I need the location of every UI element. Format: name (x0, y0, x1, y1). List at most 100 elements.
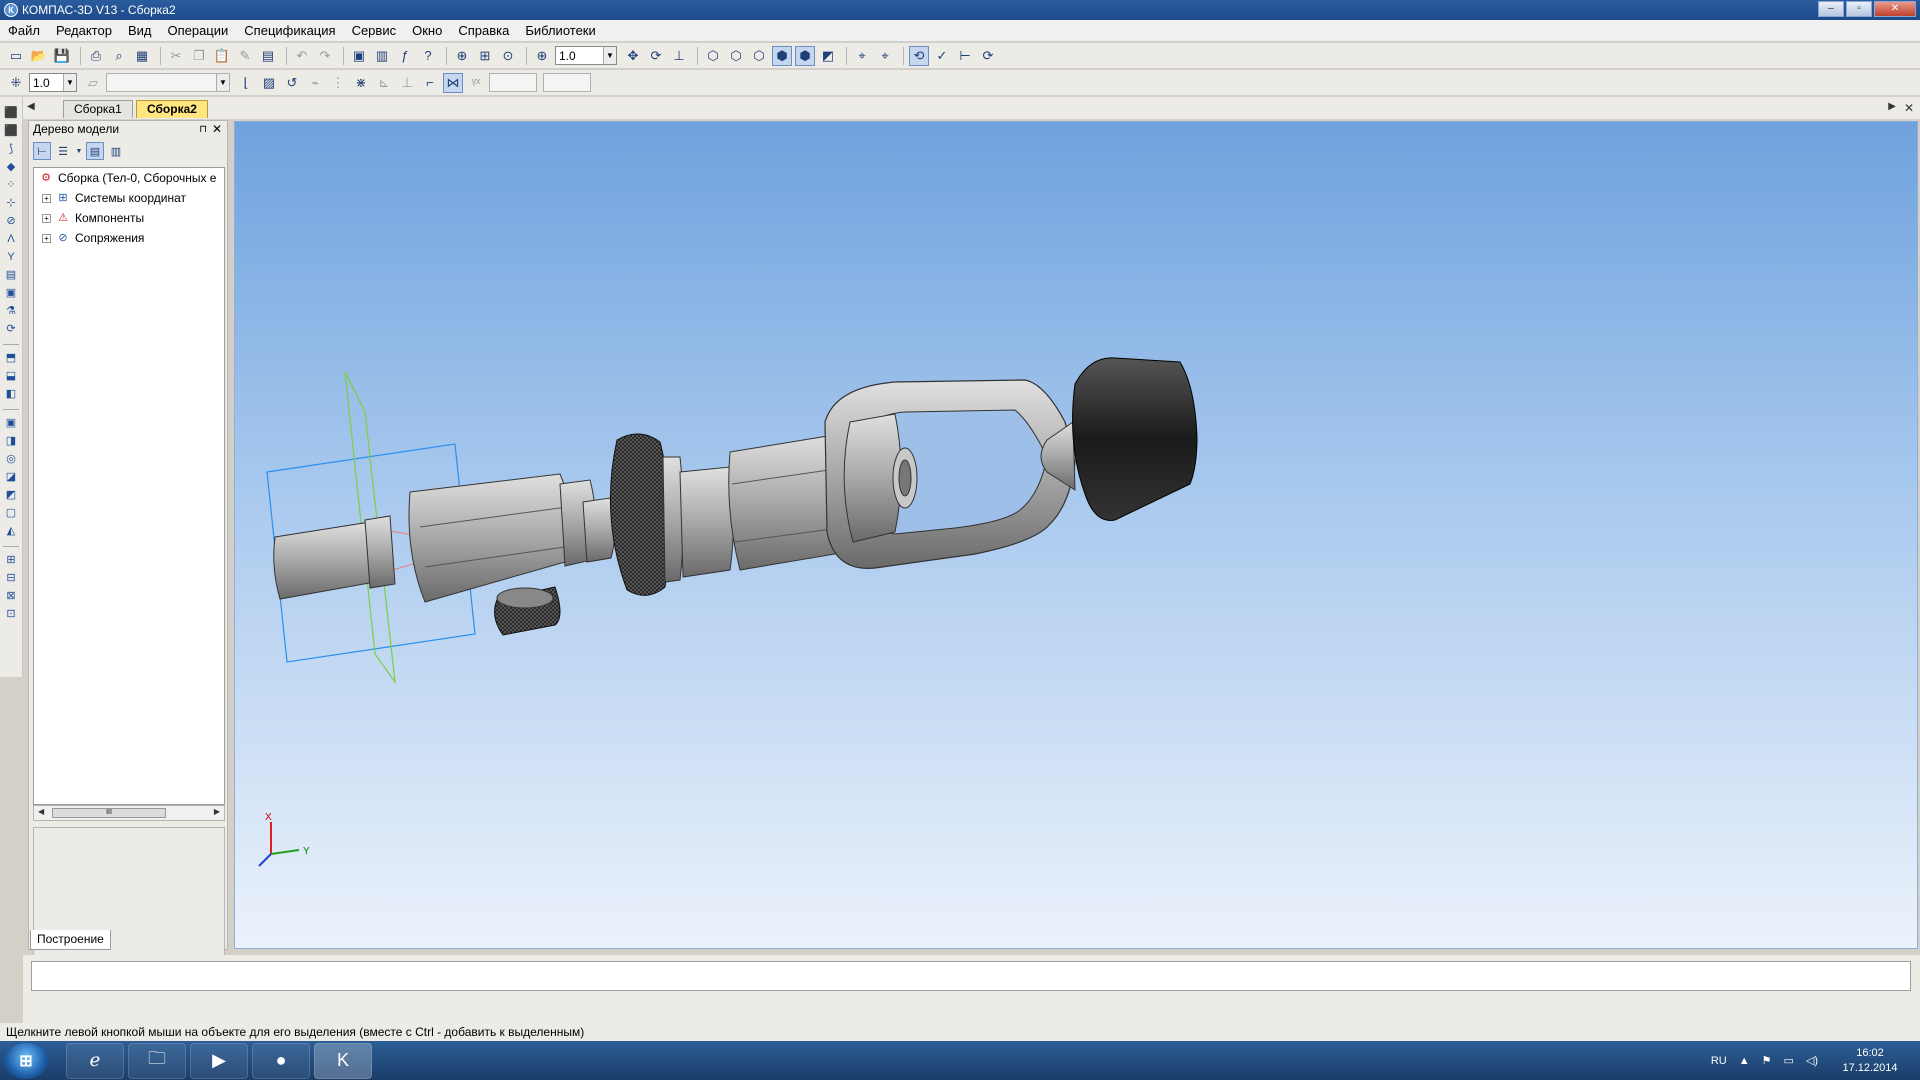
clock[interactable]: 16:02 17.12.2014 (1830, 1046, 1910, 1076)
explorer-folder-icon[interactable]: 🗀 (128, 1042, 186, 1079)
zoom-in-icon[interactable]: ⊕ (452, 46, 472, 66)
diagnostics-icon[interactable]: ⚗ (3, 303, 19, 319)
tree-list-icon[interactable]: ▥ (107, 142, 125, 160)
cut-extrude-icon[interactable]: ▣ (3, 415, 19, 431)
coord-x-field[interactable] (489, 73, 537, 92)
expand-icon[interactable]: + (42, 193, 51, 203)
undo-icon[interactable]: ↶ (292, 46, 312, 66)
rotation-icon[interactable]: ⬓ (3, 368, 19, 384)
menu-operations[interactable]: Операции (167, 23, 228, 38)
tab-assembly1[interactable]: Сборка1 (63, 100, 133, 118)
print-icon[interactable]: ⎙ (86, 46, 106, 66)
redo-icon[interactable]: ↷ (315, 46, 335, 66)
check-icon[interactable]: ✓ (932, 46, 952, 66)
hidden-lines-icon[interactable]: ⬡ (726, 46, 746, 66)
grid-icon[interactable]: ⋮ (328, 73, 348, 93)
menu-service[interactable]: Сервис (352, 23, 397, 38)
zoom-window-icon[interactable]: ⊞ (475, 46, 495, 66)
chevron-down-icon[interactable]: ▼ (216, 74, 229, 91)
internet-explorer-icon[interactable]: ℯ (66, 1042, 124, 1079)
cut-icon[interactable]: ✂ (166, 46, 186, 66)
pan-icon[interactable]: ✥ (623, 46, 643, 66)
mates-icon[interactable]: ⊘ (3, 213, 19, 229)
snap-step-icon[interactable]: ⁜ (6, 73, 26, 93)
orientation-plane-icon[interactable]: ↺ (282, 73, 302, 93)
open-folder-icon[interactable]: 📂 (29, 46, 49, 66)
command-input[interactable] (31, 961, 1911, 991)
wireframe-icon[interactable]: ⬡ (703, 46, 723, 66)
ortho-icon[interactable]: ⊾ (374, 73, 394, 93)
manager-icon[interactable]: ▣ (349, 46, 369, 66)
close-document-icon[interactable]: ✕ (1904, 101, 1914, 115)
copy-icon[interactable]: ❐ (189, 46, 209, 66)
loft-icon[interactable]: ◧ (3, 386, 19, 402)
expand-icon[interactable]: + (42, 233, 51, 243)
perspective-icon[interactable]: ◩ (818, 46, 838, 66)
style-combo[interactable]: ▼ (106, 73, 230, 92)
tray-arrow-icon[interactable]: ▲ (1739, 1055, 1750, 1067)
snap-icon[interactable]: ⌁ (305, 73, 325, 93)
zoom-scale-icon[interactable]: ⊕ (532, 46, 552, 66)
menu-help[interactable]: Справка (458, 23, 509, 38)
plane-icon[interactable]: ▨ (259, 73, 279, 93)
rotate-icon[interactable]: ⟳ (646, 46, 666, 66)
tree-item-mates[interactable]: + ⊘ Сопряжения (34, 228, 224, 248)
standard-part-icon[interactable]: ⊠ (3, 588, 19, 604)
library-manager-icon[interactable]: ▤ (258, 46, 278, 66)
expand-icon[interactable]: + (42, 213, 51, 223)
media-player-icon[interactable]: ▶ (190, 1042, 248, 1079)
motion-icon[interactable]: ⟳ (3, 321, 19, 337)
menu-libraries[interactable]: Библиотеки (525, 23, 595, 38)
angle-icon[interactable]: ⌐ (420, 73, 440, 93)
cursor-coords-icon[interactable]: ᵞˣ (466, 73, 486, 93)
solid-icon[interactable]: ⬛ (3, 123, 19, 139)
spatial-curves-icon[interactable]: ⟆ (3, 141, 19, 157)
pin-icon[interactable]: ⊓ (199, 121, 207, 138)
dimensions-icon[interactable]: Λ (3, 231, 19, 247)
menu-file[interactable]: Файл (8, 23, 40, 38)
chevron-down-icon[interactable]: ▼ (63, 74, 76, 91)
panel-close-icon[interactable]: ✕ (212, 121, 222, 138)
function-icon[interactable]: ƒ (395, 46, 415, 66)
menu-window[interactable]: Окно (412, 23, 442, 38)
close-button[interactable]: ✕ (1874, 1, 1916, 17)
language-indicator[interactable]: RU (1711, 1055, 1727, 1067)
variables-icon[interactable]: ▥ (372, 46, 392, 66)
zoom-combo[interactable]: 1.0 ▼ (555, 46, 617, 65)
kompas-task-icon[interactable]: K (314, 1042, 372, 1079)
paste-icon[interactable]: 📋 (212, 46, 232, 66)
orientation-icon[interactable]: ⊥ (669, 46, 689, 66)
firefox-icon[interactable]: ● (252, 1042, 310, 1079)
tab-scroll-right-icon[interactable]: ▶ (1888, 101, 1896, 112)
coordinate-icon[interactable]: ⊥ (397, 73, 417, 93)
tab-scroll-left-icon[interactable]: ◀ (27, 101, 35, 112)
context-help-icon[interactable]: ? (418, 46, 438, 66)
local-cs-icon[interactable]: ⌊ (236, 73, 256, 93)
menu-view[interactable]: Вид (128, 23, 152, 38)
shell-icon[interactable]: ▢ (3, 505, 19, 521)
extrude-icon[interactable]: ⬒ (3, 350, 19, 366)
scroll-thumb[interactable]: III (52, 808, 166, 818)
tree-root[interactable]: ⚙ Сборка (Тел-0, Сборочных е (34, 168, 224, 188)
snap-settings-icon[interactable]: ⋇ (351, 73, 371, 93)
layer-icon[interactable]: ▱ (83, 73, 103, 93)
chamfer-icon[interactable]: ◪ (3, 469, 19, 485)
tree-view-icon[interactable]: ▤ (86, 142, 104, 160)
action-center-icon[interactable]: ⚑ (1762, 1054, 1772, 1067)
reports-icon[interactable]: ▣ (3, 285, 19, 301)
tree-horizontal-scrollbar[interactable]: ◀ III ▶ (33, 805, 225, 821)
maximize-button[interactable]: ▫ (1846, 1, 1872, 17)
scroll-left-icon[interactable]: ◀ (38, 807, 44, 816)
network-icon[interactable]: ▭ (1783, 1054, 1793, 1067)
hole-icon[interactable]: ◎ (3, 451, 19, 467)
halftone-edges-icon[interactable]: ⬢ (795, 45, 815, 66)
tree-mode-icon[interactable]: ☰ (54, 142, 72, 160)
more-tools-icon[interactable]: ⊡ (3, 606, 19, 622)
coord-y-field[interactable] (543, 73, 591, 92)
swivel-assembly[interactable] (273, 357, 1198, 636)
tab-construction[interactable]: Построение (30, 930, 111, 950)
minimize-button[interactable]: – (1818, 1, 1844, 17)
filter-tree-icon[interactable]: Y (3, 249, 19, 265)
arrays-icon[interactable]: ⁘ (3, 177, 19, 193)
edit-assembly-icon[interactable]: ⬛ (3, 105, 19, 121)
